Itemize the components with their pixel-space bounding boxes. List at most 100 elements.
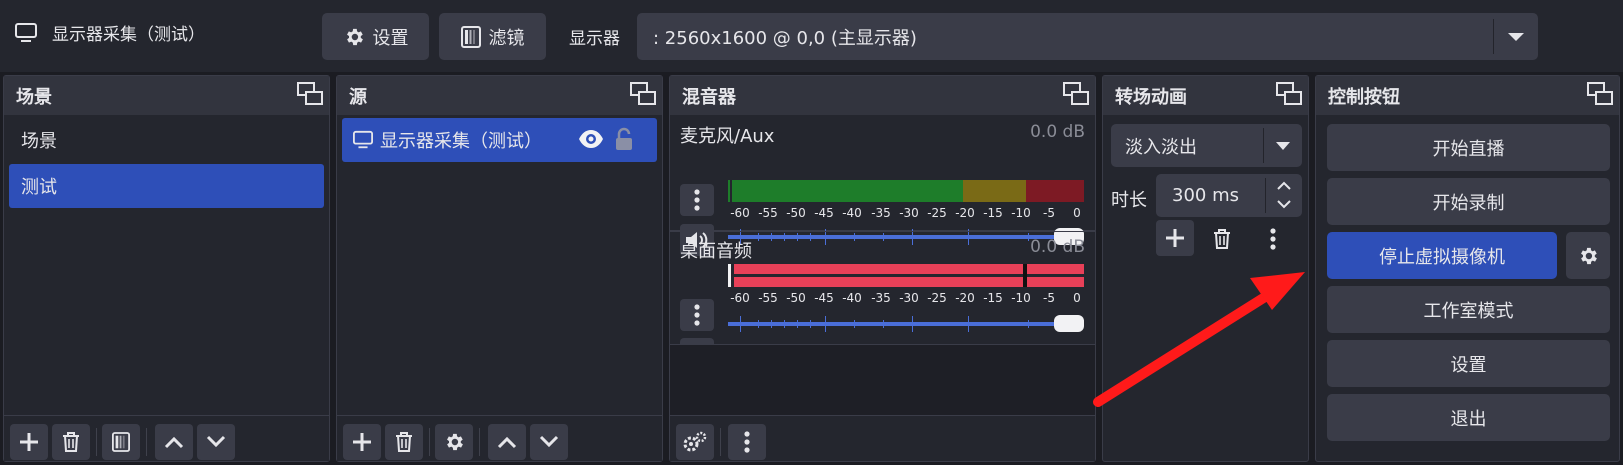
tick-label: -20 bbox=[955, 291, 975, 305]
add-source-button[interactable] bbox=[343, 424, 381, 460]
add-scene-button[interactable] bbox=[10, 424, 48, 460]
chevron-down-icon bbox=[1276, 142, 1290, 150]
virtual-camera-settings-button[interactable] bbox=[1566, 232, 1610, 279]
undock-icon[interactable] bbox=[297, 82, 323, 106]
chevron-down-icon bbox=[539, 435, 559, 448]
transitions-header: 转场动画 bbox=[1103, 76, 1308, 115]
button-label: 开始直播 bbox=[1432, 138, 1505, 160]
sources-toolbar bbox=[337, 415, 662, 461]
undock-icon[interactable] bbox=[630, 82, 656, 106]
move-scene-down-button[interactable] bbox=[197, 424, 235, 460]
plus-icon bbox=[1166, 229, 1184, 247]
advanced-audio-button[interactable] bbox=[676, 424, 714, 460]
undock-icon[interactable] bbox=[1587, 82, 1613, 106]
more-vertical-icon bbox=[694, 189, 700, 211]
channel-volume-db: 0.0 dB bbox=[1030, 237, 1085, 257]
plus-icon bbox=[353, 433, 371, 451]
settings-button[interactable]: 设置 bbox=[1327, 340, 1610, 387]
duration-spinbox[interactable]: 300 ms bbox=[1156, 174, 1302, 217]
desktop-volume-slider[interactable] bbox=[728, 313, 1084, 335]
tick-label: -60 bbox=[730, 291, 750, 305]
tick-label: -45 bbox=[814, 206, 834, 220]
display-select[interactable]: : 2560x1600 @ 0,0 (主显示器) bbox=[637, 13, 1538, 60]
tick-label: -60 bbox=[730, 206, 750, 220]
gear-icon bbox=[447, 433, 463, 451]
add-transition-button[interactable] bbox=[1156, 220, 1194, 256]
unlock-icon[interactable] bbox=[614, 127, 634, 151]
tick-label: -20 bbox=[955, 206, 975, 220]
tick-label: -10 bbox=[1011, 206, 1031, 220]
chevron-down-icon[interactable] bbox=[1275, 199, 1293, 211]
remove-scene-button[interactable] bbox=[52, 424, 90, 460]
scene-filters-button[interactable] bbox=[102, 424, 140, 460]
channel-name: 桌面音频 bbox=[680, 241, 752, 262]
scene-item-label: 场景 bbox=[21, 131, 57, 152]
stop-virtual-camera-button[interactable]: 停止虚拟摄像机 bbox=[1327, 232, 1557, 279]
source-item-selected[interactable]: 显示器采集（测试） bbox=[342, 118, 657, 162]
studio-mode-button[interactable]: 工作室模式 bbox=[1327, 286, 1610, 333]
gear-icon bbox=[1581, 247, 1597, 264]
tick-label: -40 bbox=[842, 206, 862, 220]
chevron-up-icon[interactable] bbox=[1275, 179, 1293, 191]
undock-icon[interactable] bbox=[1063, 82, 1089, 106]
more-vertical-icon bbox=[744, 431, 750, 453]
start-streaming-button[interactable]: 开始直播 bbox=[1327, 124, 1610, 171]
controls-dock: 控制按钮 开始直播 开始录制 停止虚拟摄像机 工作室模式 设置 退出 bbox=[1315, 75, 1620, 462]
source-settings-button[interactable]: 设置 bbox=[322, 13, 429, 60]
remove-source-button[interactable] bbox=[385, 424, 423, 460]
tick-label: -55 bbox=[758, 206, 778, 220]
mic-menu-button[interactable] bbox=[680, 184, 714, 216]
monitor-icon bbox=[353, 130, 373, 149]
undock-icon[interactable] bbox=[1276, 82, 1302, 106]
settings-label: 设置 bbox=[372, 27, 409, 49]
scene-item-selected[interactable]: 测试 bbox=[9, 164, 324, 208]
toolbar-divider bbox=[146, 428, 147, 456]
remove-transition-button[interactable] bbox=[1207, 224, 1237, 254]
button-label: 停止虚拟摄像机 bbox=[1379, 246, 1505, 268]
eye-icon[interactable] bbox=[578, 129, 604, 149]
exit-button[interactable]: 退出 bbox=[1327, 394, 1610, 441]
tick-label: -35 bbox=[871, 291, 891, 305]
mixer-empty-area bbox=[670, 345, 1095, 415]
controls-title: 控制按钮 bbox=[1328, 86, 1400, 108]
button-label: 工作室模式 bbox=[1423, 300, 1514, 322]
tick-label: -25 bbox=[927, 291, 947, 305]
chevron-up-icon bbox=[497, 436, 517, 449]
select-divider bbox=[1493, 19, 1494, 54]
desktop-level-meter bbox=[728, 264, 1084, 287]
monitor-icon bbox=[15, 22, 37, 42]
chevron-down-icon bbox=[1508, 33, 1524, 41]
move-source-down-button[interactable] bbox=[530, 424, 568, 460]
transition-properties-button[interactable] bbox=[1261, 224, 1285, 254]
scenes-title: 场景 bbox=[16, 86, 52, 108]
gears-icon bbox=[683, 431, 707, 452]
move-scene-up-button[interactable] bbox=[155, 424, 193, 460]
transition-value: 淡入淡出 bbox=[1125, 136, 1197, 158]
source-properties-button[interactable] bbox=[435, 424, 473, 460]
move-source-up-button[interactable] bbox=[488, 424, 526, 460]
slider-thumb[interactable] bbox=[1054, 315, 1084, 332]
start-recording-button[interactable]: 开始录制 bbox=[1327, 178, 1610, 225]
filter-icon bbox=[112, 432, 130, 452]
mixer-toolbar bbox=[670, 415, 1095, 461]
mixer-menu-button[interactable] bbox=[728, 424, 766, 460]
filters-button[interactable]: 滤镜 bbox=[439, 13, 546, 60]
scene-item[interactable]: 场景 bbox=[9, 118, 324, 162]
transitions-title: 转场动画 bbox=[1115, 86, 1187, 108]
tick-label: -15 bbox=[983, 206, 1003, 220]
transition-select[interactable]: 淡入淡出 bbox=[1111, 124, 1302, 167]
more-vertical-icon bbox=[694, 304, 700, 326]
scene-item-label: 测试 bbox=[21, 177, 57, 198]
tick-label: 0 bbox=[1073, 291, 1081, 305]
tick-label: -50 bbox=[786, 206, 806, 220]
tick-label: -15 bbox=[983, 291, 1003, 305]
sources-dock: 源 显示器采集（测试） bbox=[336, 75, 663, 462]
duration-value: 300 ms bbox=[1172, 185, 1239, 206]
desktop-menu-button[interactable] bbox=[680, 299, 714, 331]
more-vertical-icon bbox=[1270, 228, 1276, 250]
tick-label: -45 bbox=[814, 291, 834, 305]
mic-meter-scale: -60 -55 -50 -45 -40 -35 -30 -25 -20 -15 … bbox=[728, 204, 1084, 222]
tick-label: -40 bbox=[842, 291, 862, 305]
trash-icon bbox=[1214, 229, 1230, 249]
chevron-down-icon bbox=[206, 435, 226, 448]
